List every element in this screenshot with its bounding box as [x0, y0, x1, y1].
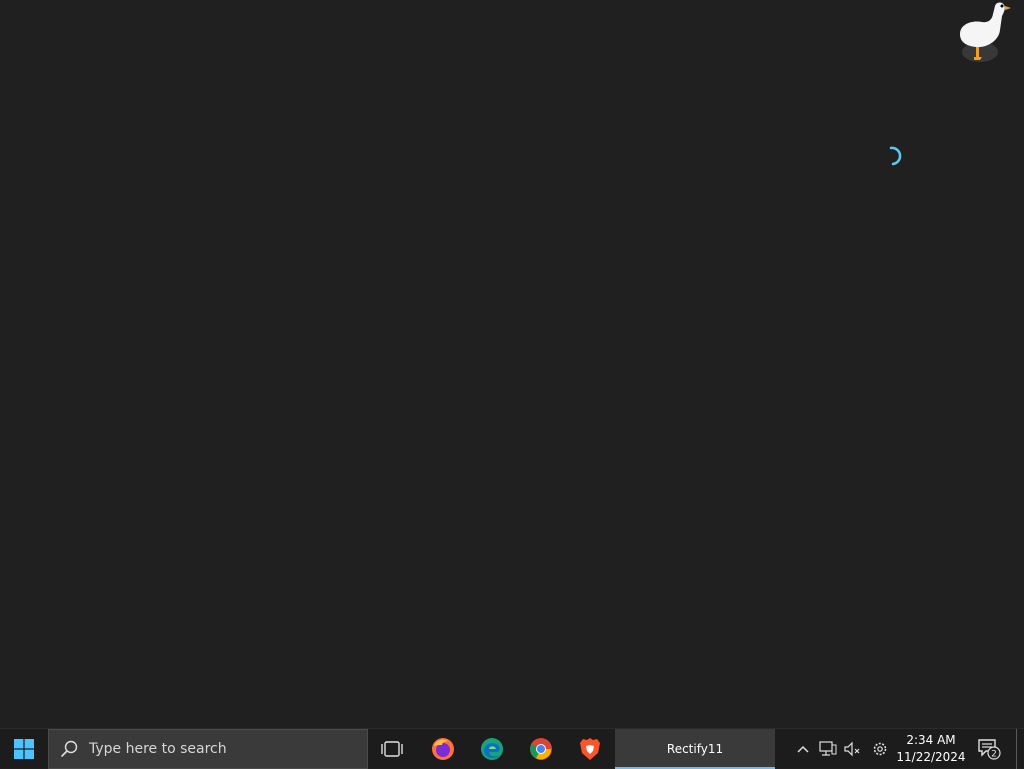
- network-tray-button[interactable]: [817, 729, 839, 769]
- search-icon: [49, 730, 89, 768]
- search-placeholder: Type here to search: [89, 741, 227, 757]
- notification-center-button[interactable]: 2: [972, 729, 1006, 769]
- taskbar-app-chrome[interactable]: [517, 729, 565, 769]
- clock-date: 11/22/2024: [896, 750, 966, 764]
- windows-logo-icon: [13, 739, 34, 759]
- volume-tray-button[interactable]: [841, 729, 863, 769]
- show-desktop-button[interactable]: [1016, 729, 1017, 769]
- clock-time: 2:34 AM: [906, 733, 956, 747]
- taskbar-app-rectify11[interactable]: Rectify11: [615, 729, 775, 769]
- desktop[interactable]: [0, 0, 1024, 728]
- brave-icon: [580, 738, 600, 760]
- rectify11-label: Rectify11: [666, 742, 724, 756]
- notification-icon: 2: [978, 739, 1001, 760]
- loading-spinner-icon: [889, 146, 902, 166]
- gear-icon: [873, 742, 887, 756]
- show-hidden-icons-button[interactable]: [792, 729, 814, 769]
- taskbar-app-firefox[interactable]: [419, 729, 467, 769]
- chrome-icon: [530, 738, 552, 760]
- taskbar-search-box[interactable]: Type here to search: [48, 729, 368, 769]
- system-clock[interactable]: 2:34 AM 11/22/2024: [896, 732, 966, 768]
- start-button[interactable]: [0, 729, 47, 769]
- taskbar: Type here to search Rectify11 2:34 AM 11…: [0, 728, 1024, 769]
- task-view-button[interactable]: [368, 729, 416, 769]
- settings-tray-button[interactable]: [868, 729, 892, 769]
- taskbar-app-edge[interactable]: [468, 729, 516, 769]
- notification-count: 2: [991, 750, 997, 760]
- desktop-goose-icon[interactable]: [952, 0, 1012, 66]
- volume-muted-icon: [844, 741, 860, 757]
- edge-icon: [481, 738, 503, 760]
- taskbar-app-brave[interactable]: [566, 729, 614, 769]
- chevron-up-icon: [797, 745, 809, 753]
- task-view-icon: [381, 741, 403, 757]
- firefox-icon: [432, 738, 454, 760]
- network-icon: [819, 741, 837, 756]
